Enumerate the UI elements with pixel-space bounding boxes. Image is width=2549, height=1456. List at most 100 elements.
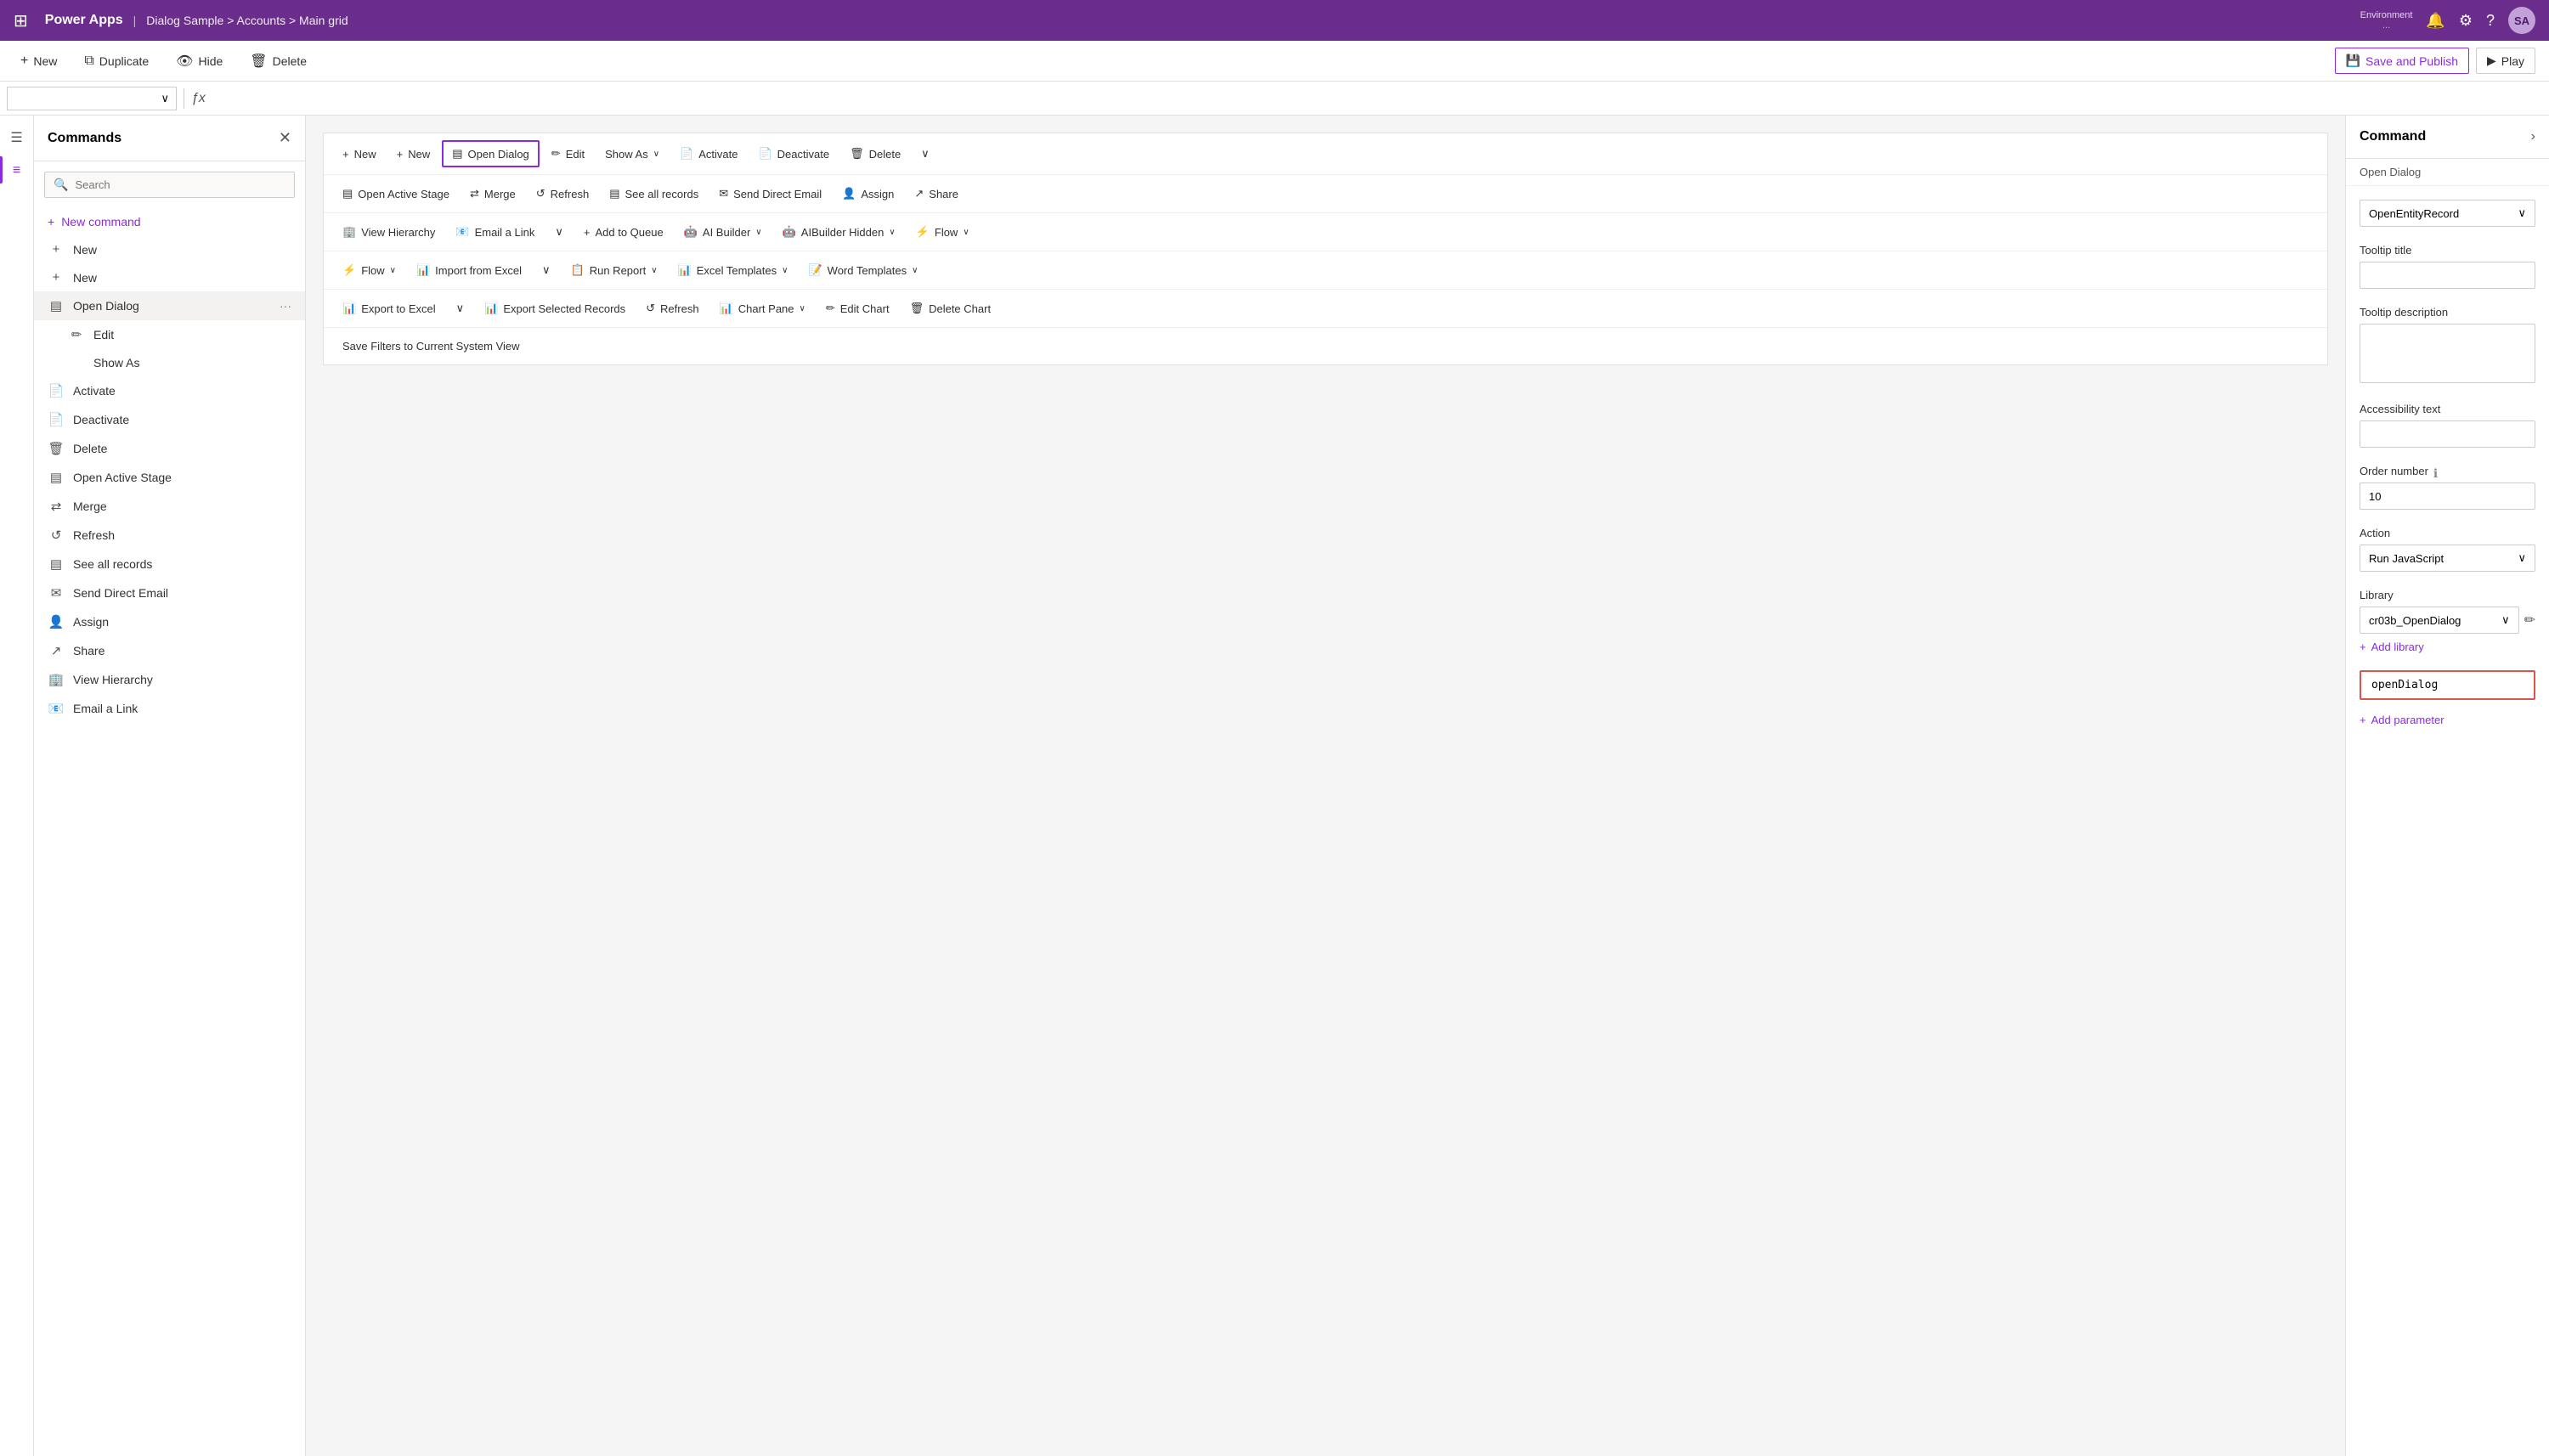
ribbon-refresh-icon: ↺ [536, 187, 545, 200]
ribbon-send-direct-email-button[interactable]: ✉ Send Direct Email [710, 182, 830, 206]
ribbon-delete-button[interactable]: 🗑 Delete [841, 142, 909, 166]
ribbon-edit-button[interactable]: ✏ Edit [543, 142, 593, 166]
ribbon-open-dialog-button[interactable]: ▤ Open Dialog [442, 140, 540, 167]
ribbon-view-hierarchy-icon: 🏢 [342, 225, 356, 239]
ribbon-refresh-button[interactable]: ↺ Refresh [528, 182, 597, 206]
cmd-item-merge[interactable]: ⇄ Merge [34, 492, 305, 521]
prop-tooltip-desc-textarea[interactable] [2360, 324, 2535, 383]
add-command-button[interactable]: + New command [34, 208, 305, 235]
prop-action-dropdown[interactable]: Run JavaScript ∨ [2360, 545, 2535, 572]
ribbon-open-active-stage-button[interactable]: ▤ Open Active Stage [334, 182, 458, 206]
layers-button[interactable]: ≡ [6, 156, 27, 185]
props-expand-button[interactable]: › [2531, 129, 2535, 144]
ribbon-activate-button[interactable]: 📄 Activate [671, 142, 746, 166]
ribbon-edit-chart-label: Edit Chart [840, 302, 890, 315]
play-button[interactable]: ▶ Play [2476, 48, 2535, 74]
ribbon-show-as-button[interactable]: Show As ∨ [596, 143, 668, 166]
commands-list: + New command + New + New ▤ Open Dialog … [34, 208, 305, 1456]
ribbon-see-all-records-button[interactable]: ▤ See all records [601, 182, 707, 206]
ribbon-new1-button[interactable]: + New [334, 143, 385, 166]
prop-library-dropdown[interactable]: cr03b_OpenDialog ∨ [2360, 607, 2519, 634]
formula-bar: ∨ ƒx [0, 82, 2549, 116]
ribbon-share-button[interactable]: ↗ Share [906, 182, 967, 206]
toolbar-delete-button[interactable]: 🗑 Delete [243, 49, 314, 73]
commands-search-input[interactable] [75, 178, 285, 191]
cmd-item-edit[interactable]: ✏ Edit [34, 320, 305, 349]
add-library-button[interactable]: + Add library [2360, 641, 2535, 653]
settings-icon[interactable]: ⚙ [2459, 12, 2473, 30]
sidebar-toggle-button[interactable]: ☰ [3, 122, 29, 153]
cmd-item-delete[interactable]: 🗑 Delete [34, 434, 305, 463]
cmd-item-show-as[interactable]: Show As [34, 349, 305, 376]
ribbon-split3-button[interactable]: ∨ [448, 296, 473, 320]
ribbon-open-dialog-icon: ▤ [452, 147, 462, 161]
ribbon-merge-button[interactable]: ⇄ Merge [461, 182, 524, 206]
ribbon-export-selected-button[interactable]: 📊 Export Selected Records [476, 296, 634, 320]
toolbar-hide-button[interactable]: 👁 Hide [169, 49, 229, 73]
fn-value: openDialog [2371, 679, 2438, 691]
fn-box[interactable]: openDialog [2360, 670, 2535, 700]
notification-icon[interactable]: 🔔 [2426, 12, 2444, 30]
ribbon-refresh2-button[interactable]: ↺ Refresh [637, 296, 707, 320]
cmd-item-send-direct-email[interactable]: ✉ Send Direct Email [34, 578, 305, 607]
ribbon-delete-chart-button[interactable]: 🗑 Delete Chart [901, 296, 1000, 320]
commands-search-box[interactable]: 🔍 [44, 172, 295, 198]
ribbon-open-dialog-label: Open Dialog [468, 148, 529, 161]
cmd-item-open-dialog[interactable]: ▤ Open Dialog ··· [34, 291, 305, 320]
prop-action-type-dropdown[interactable]: OpenEntityRecord ∨ [2360, 200, 2535, 227]
ribbon-more1-button[interactable]: ∨ [913, 142, 938, 166]
avatar[interactable]: SA [2508, 7, 2535, 34]
ribbon-flow1-button[interactable]: ⚡ Flow ∨ [907, 220, 978, 244]
prop-order-input[interactable] [2360, 483, 2535, 510]
ribbon-row-4: ⚡ Flow ∨ 📊 Import from Excel ∨ 📋 Run Rep… [324, 251, 2327, 290]
ribbon-import-from-excel-button[interactable]: 📊 Import from Excel [408, 258, 530, 282]
help-icon[interactable]: ? [2486, 12, 2495, 30]
ribbon-excel-templates-button[interactable]: 📊 Excel Templates ∨ [670, 258, 797, 282]
ribbon-new2-button[interactable]: + New [388, 143, 439, 166]
prop-accessibility-input[interactable] [2360, 420, 2535, 448]
ribbon-email-a-link-button[interactable]: 📧 Email a Link [447, 220, 543, 244]
prop-tooltip-title-input[interactable] [2360, 262, 2535, 289]
ribbon-merge-label: Merge [484, 188, 516, 200]
ribbon-flow2-button[interactable]: ⚡ Flow ∨ [334, 258, 404, 282]
cmd-item-share[interactable]: ↗ Share [34, 636, 305, 665]
waffle-icon[interactable]: ⊞ [14, 10, 28, 31]
cmd-item-new1[interactable]: + New [34, 235, 305, 263]
ribbon-deactivate-button[interactable]: 📄 Deactivate [749, 142, 838, 166]
ribbon-edit-chart-button[interactable]: ✏ Edit Chart [817, 296, 898, 320]
cmd-item-view-hierarchy[interactable]: 🏢 View Hierarchy [34, 665, 305, 694]
formula-dropdown[interactable]: ∨ [7, 87, 177, 110]
commands-close-button[interactable]: ✕ [279, 129, 291, 147]
ribbon-save-filters-button[interactable]: Save Filters to Current System View [334, 335, 528, 358]
toolbar-duplicate-button[interactable]: ⧉ Duplicate [77, 50, 155, 72]
cmd-more-icon[interactable]: ··· [280, 299, 291, 313]
ribbon-flow2-label: Flow [361, 264, 384, 277]
cmd-item-open-active-stage[interactable]: ▤ Open Active Stage [34, 463, 305, 492]
ribbon-add-to-queue-button[interactable]: + Add to Queue [575, 221, 672, 244]
cmd-item-assign[interactable]: 👤 Assign [34, 607, 305, 636]
ribbon-split1-button[interactable]: ∨ [546, 220, 572, 244]
cmd-item-see-all-records[interactable]: ▤ See all records [34, 550, 305, 578]
toolbar-new-button[interactable]: + New [14, 50, 64, 72]
ribbon-chart-pane-button[interactable]: 📊 Chart Pane ∨ [711, 296, 814, 320]
cmd-item-deactivate[interactable]: 📄 Deactivate [34, 405, 305, 434]
cmd-item-activate[interactable]: 📄 Activate [34, 376, 305, 405]
ribbon-assign-button[interactable]: 👤 Assign [834, 182, 902, 206]
ribbon-word-templates-chevron: ∨ [912, 266, 918, 275]
save-publish-button[interactable]: 💾 Save and Publish [2335, 48, 2469, 74]
cmd-item-email-a-link[interactable]: 📧 Email a Link [34, 694, 305, 723]
add-parameter-button[interactable]: + Add parameter [2360, 714, 2535, 726]
ribbon-split2-button[interactable]: ∨ [534, 258, 559, 282]
add-library-icon: + [2360, 641, 2366, 653]
ribbon-ai-builder-hidden-button[interactable]: 🤖 AIBuilder Hidden ∨ [774, 220, 904, 244]
cmd-item-refresh[interactable]: ↺ Refresh [34, 521, 305, 550]
ribbon-word-templates-button[interactable]: 📝 Word Templates ∨ [800, 258, 926, 282]
top-nav: ⊞ Power Apps | Dialog Sample > Accounts … [0, 0, 2549, 41]
ribbon-run-report-button[interactable]: 📋 Run Report ∨ [562, 258, 666, 282]
prop-library-edit-button[interactable]: ✏ [2524, 612, 2535, 629]
ribbon-view-hierarchy-button[interactable]: 🏢 View Hierarchy [334, 220, 444, 244]
cmd-item-new2[interactable]: + New [34, 263, 305, 291]
cmd-new2-label: New [73, 271, 97, 285]
ribbon-ai-builder-button[interactable]: 🤖 AI Builder ∨ [675, 220, 771, 244]
ribbon-export-to-excel-button[interactable]: 📊 Export to Excel [334, 296, 444, 320]
